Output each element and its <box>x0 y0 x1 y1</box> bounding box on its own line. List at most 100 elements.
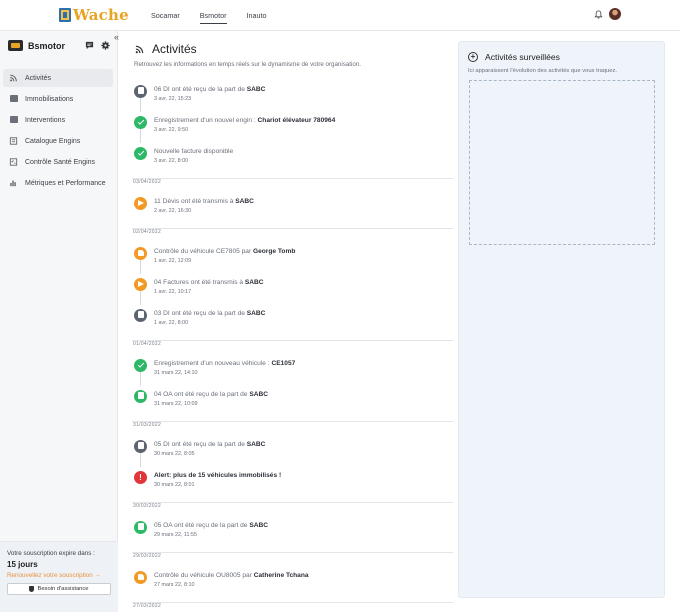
timeline-connector <box>140 291 141 305</box>
bell-icon[interactable] <box>594 10 603 19</box>
shield-icon <box>29 586 35 592</box>
help-button[interactable]: Besoin d'assistance <box>7 583 111 595</box>
activity-text-highlight: SABC <box>246 86 266 93</box>
subscription-days: 15 jours <box>7 560 38 569</box>
activity-text-main: 11 Dévis ont été transmis à <box>154 198 236 205</box>
checklist-icon <box>9 158 18 166</box>
sidebar-item-immobilisations[interactable]: Immobilisations <box>3 90 113 108</box>
activity-text: 11 Dévis ont été transmis à SABC <box>154 198 254 205</box>
sidebar-item-catalogue-engins[interactable]: Catalogue Engins <box>3 132 113 150</box>
activity-text-main: Nouvelle facture disponible <box>154 148 234 155</box>
activity-item[interactable]: Nouvelle facture disponible 3 avr. 22, 8:… <box>132 143 454 174</box>
sidebar-item-controle-sante[interactable]: Contrôle Santé Engins <box>3 153 113 171</box>
divider <box>132 552 453 553</box>
bar-chart-icon <box>10 180 16 187</box>
activity-text-highlight: SABC <box>246 310 266 317</box>
activity-timestamp: 31 mars 22, 14:10 <box>154 370 198 376</box>
company-tabs: Socamar Bsmotor Inauto <box>151 11 287 24</box>
activity-timestamp: 2 avr. 22, 16:30 <box>154 208 192 214</box>
date-separator: 03/04/2022 <box>132 174 454 193</box>
activity-text: 04 OA ont été reçu de la part de SABC <box>154 391 268 398</box>
activity-item[interactable]: 05 DI ont été reçu de la part de SABC 30 … <box>132 436 454 467</box>
activity-timestamp: 30 mars 22, 8:01 <box>154 482 195 488</box>
activity-text-highlight: SABC <box>235 198 254 205</box>
timeline-connector <box>140 260 141 274</box>
activity-text-main: Contrôle du véhicule OU8005 par <box>154 572 254 579</box>
top-bar: Wache Socamar Bsmotor Inauto <box>0 0 680 31</box>
activity-text-main: Contrôle du véhicule CE7805 par <box>154 248 253 255</box>
document-icon <box>134 390 147 403</box>
sidebar-menu: Activités Immobilisations Interventions … <box>3 69 113 195</box>
sidebar-item-activites[interactable]: Activités <box>3 69 113 87</box>
activity-timestamp: 30 mars 22, 8:05 <box>154 451 195 457</box>
chat-icon[interactable] <box>85 41 94 50</box>
logo-mark-icon <box>59 8 71 22</box>
activity-text-main: 03 DI ont été reçu de la part de <box>154 310 247 317</box>
activity-text: 06 DI ont été reçu de la part de SABC <box>154 86 265 93</box>
activity-text: Enregistrement d'un nouveau véhicule : C… <box>154 360 295 367</box>
activity-text: Contrôle du véhicule CE7805 par George T… <box>154 248 295 255</box>
watch-dropzone[interactable] <box>469 80 655 245</box>
sidebar-item-label: Métriques et Performance <box>25 179 106 187</box>
date-label: 29/03/2022 <box>133 553 162 559</box>
date-separator: 01/04/2022 <box>132 336 454 355</box>
activity-item[interactable]: Contrôle du véhicule OU8005 par Catherin… <box>132 567 454 598</box>
activity-text-highlight: SABC <box>249 522 268 529</box>
sidebar-item-interventions[interactable]: Interventions <box>3 111 113 129</box>
activity-item[interactable]: ! Alert: plus de 15 véhicules immobilisés… <box>132 467 454 498</box>
activity-item[interactable]: 04 Factures ont été transmis à SABC 1 avr… <box>132 274 454 305</box>
send-icon <box>134 197 147 210</box>
activity-text: 05 OA ont été reçu de la part de SABC <box>154 522 268 529</box>
app-logo[interactable]: Wache <box>59 6 129 24</box>
alert-icon: ! <box>134 471 147 484</box>
activity-timestamp: 29 mars 22, 11:55 <box>154 532 198 538</box>
divider <box>132 340 453 341</box>
timeline-connector <box>140 453 141 467</box>
avatar[interactable] <box>609 8 621 20</box>
activity-text: Nouvelle facture disponible <box>154 148 233 155</box>
thumbs-up-icon <box>134 571 147 584</box>
subscription-label: Votre souscription expire dans : <box>7 550 95 557</box>
date-label: 27/03/2022 <box>133 603 162 609</box>
sidebar: « Bsmotor Activités Immobilisations Inte… <box>0 31 119 612</box>
activity-text: Enregistrement d'un nouvel engin : Chari… <box>154 117 335 124</box>
divider <box>132 421 453 422</box>
logo-text: Wache <box>73 6 129 24</box>
activity-text-highlight: Catherine Tchana <box>253 572 309 579</box>
activity-timestamp: 3 avr. 22, 15:23 <box>154 96 192 102</box>
sidebar-item-metriques[interactable]: Métriques et Performance <box>3 174 113 192</box>
sidebar-item-label: Activités <box>25 74 52 82</box>
activity-item[interactable]: 11 Dévis ont été transmis à SABC 2 avr. 2… <box>132 193 454 224</box>
company-logo-icon <box>8 40 23 51</box>
activity-timestamp: 27 mars 22, 8:10 <box>154 582 195 588</box>
page-subtitle: Retrouvez les informations en temps réel… <box>134 61 361 68</box>
document-icon <box>134 85 147 98</box>
activity-text: Alert: plus de 15 véhicules immobilisés … <box>154 472 281 479</box>
tab-inauto[interactable]: Inauto <box>247 11 267 21</box>
date-label: 02/04/2022 <box>133 229 162 235</box>
send-icon <box>134 278 147 291</box>
activity-item[interactable]: Enregistrement d'un nouvel engin : Chari… <box>132 112 454 143</box>
divider <box>132 178 453 179</box>
company-brand: Bsmotor <box>8 40 65 51</box>
tab-bsmotor[interactable]: Bsmotor <box>199 11 227 24</box>
activity-item[interactable]: 05 OA ont été reçu de la part de SABC 29 … <box>132 517 454 548</box>
tab-socamar[interactable]: Socamar <box>151 11 180 21</box>
activity-item[interactable]: Contrôle du véhicule CE7805 par George T… <box>132 243 454 274</box>
date-separator: 30/03/2022 <box>132 498 454 517</box>
activity-text-highlight: SABC <box>244 279 264 286</box>
add-watch-icon[interactable]: + <box>468 52 478 62</box>
activity-timestamp: 1 avr. 22, 12:09 <box>154 258 192 264</box>
date-label: 01/04/2022 <box>133 341 162 347</box>
gear-icon[interactable] <box>101 41 110 50</box>
activity-feed: 06 DI ont été reçu de la part de SABC 3 a… <box>132 81 454 612</box>
sidebar-item-label: Interventions <box>25 116 66 124</box>
renew-subscription-link[interactable]: Renouvellez votre souscription → <box>7 572 111 579</box>
divider <box>132 228 453 229</box>
activity-timestamp: 3 avr. 22, 8:00 <box>154 158 189 164</box>
document-icon <box>134 521 147 534</box>
activity-item[interactable]: Enregistrement d'un nouveau véhicule : C… <box>132 355 454 386</box>
activity-item[interactable]: 03 DI ont été reçu de la part de SABC 1 a… <box>132 305 454 336</box>
activity-item[interactable]: 06 DI ont été reçu de la part de SABC 3 a… <box>132 81 454 112</box>
activity-item[interactable]: 04 OA ont été reçu de la part de SABC 31 … <box>132 386 454 417</box>
